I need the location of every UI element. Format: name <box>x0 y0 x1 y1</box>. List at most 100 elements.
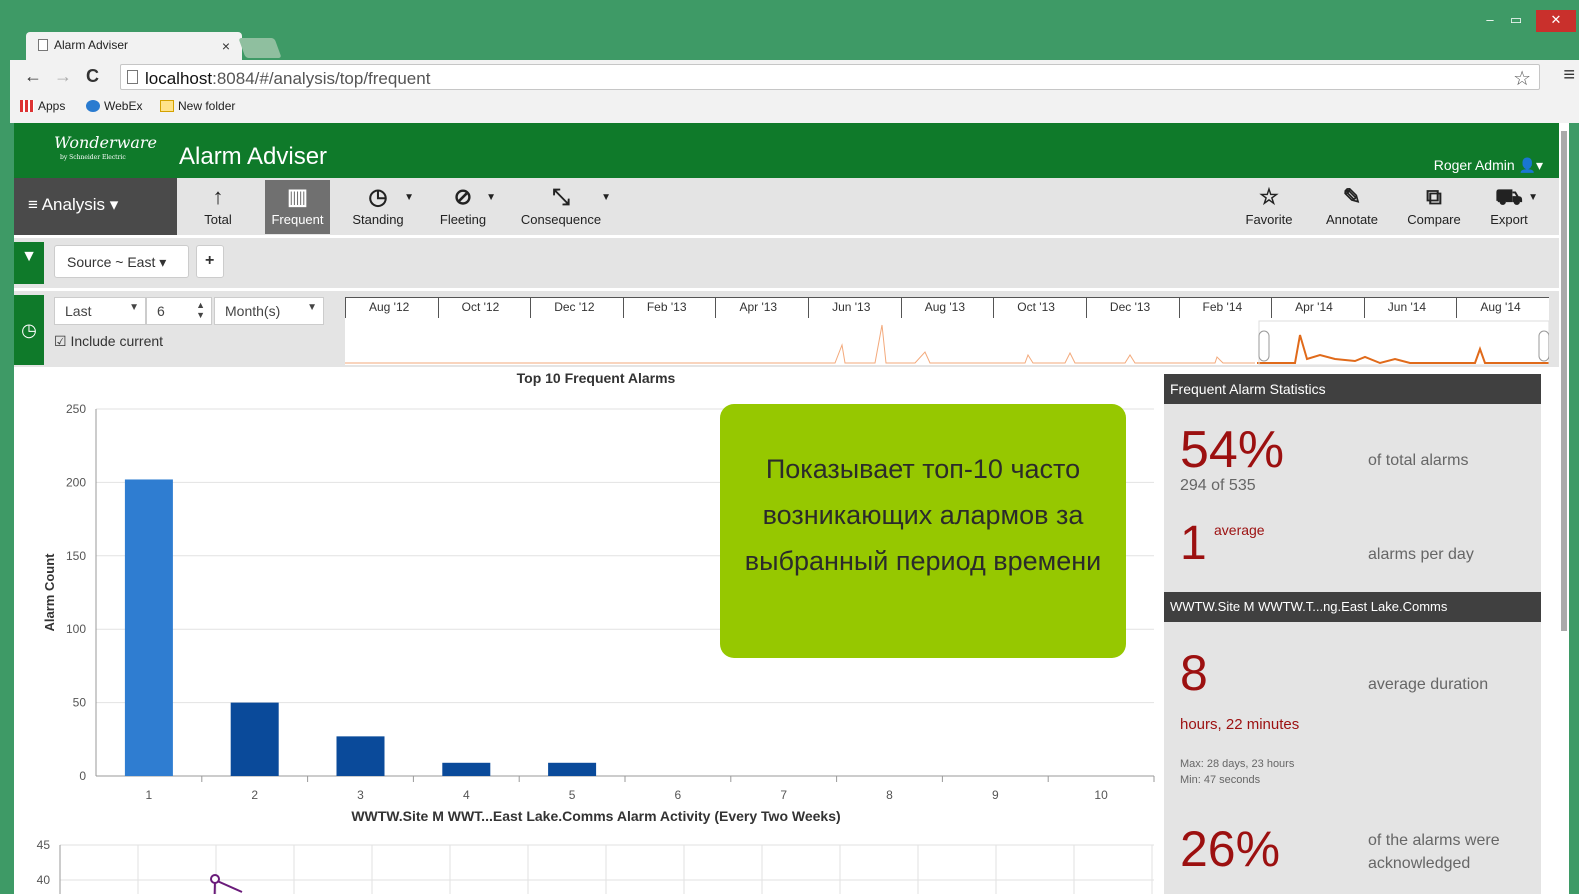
copy-icon: ⧉ <box>1426 184 1442 209</box>
compress-icon: ⤡ <box>552 184 570 209</box>
y-tick-label: 250 <box>66 402 86 416</box>
page-icon <box>127 70 138 84</box>
button-label: Compare <box>1407 212 1461 227</box>
caret-down-icon[interactable]: ▼ <box>486 192 496 203</box>
bookmark-webex[interactable]: WebEx <box>86 99 142 113</box>
caret-down-icon: ▼ <box>129 302 139 313</box>
button-label: Frequent <box>271 212 324 227</box>
caret-down-icon[interactable]: ▼ <box>601 192 611 203</box>
hamburger-icon: ≡ <box>28 195 38 214</box>
button-label: Total <box>204 212 232 227</box>
total-button[interactable]: ↑ Total <box>200 180 236 234</box>
source-filter-chip[interactable]: Source ~ East ▾ <box>54 245 189 278</box>
app-title: Alarm Adviser <box>179 143 328 170</box>
page-scrollbar[interactable] <box>1559 123 1569 894</box>
browser-chrome: Alarm Adviser × ‒ ▭ ✕ ← → C localhost:80… <box>10 10 1579 123</box>
url-path: :8084/#/analysis/top/frequent <box>212 69 431 88</box>
bookmark-label: Apps <box>38 99 66 113</box>
clock-icon[interactable]: ◷ <box>14 295 44 365</box>
maximize-button[interactable]: ▭ <box>1506 10 1526 32</box>
analysis-menu-button[interactable]: ≡ Analysis ▾ <box>14 178 177 235</box>
scrollbar-thumb[interactable] <box>1561 131 1567 631</box>
browser-tab[interactable]: Alarm Adviser × <box>26 32 242 60</box>
new-tab-button[interactable] <box>238 38 282 58</box>
filter-bar: ▼ Source ~ East ▾ + <box>14 238 1559 288</box>
back-icon[interactable]: ← <box>24 66 42 87</box>
export-button[interactable]: ⛟ Export ▼ <box>1488 180 1538 234</box>
tab-strip: Alarm Adviser × ‒ ▭ ✕ <box>10 10 1579 60</box>
caret-down-icon: ▼ <box>307 302 317 313</box>
x-tick-label: 5 <box>569 788 576 802</box>
address-bar[interactable]: localhost:8084/#/analysis/top/frequent ☆ <box>120 64 1540 90</box>
bar <box>336 736 385 776</box>
time-count-value: 6 <box>157 303 165 319</box>
bookmark-star-icon[interactable]: ☆ <box>1513 66 1531 91</box>
caret-down-icon[interactable]: ▼ <box>404 192 414 203</box>
logo-subtext: by Schneider Electric <box>60 154 126 161</box>
timeline-navigator[interactable]: Aug '12 Oct '12 Dec '12 Feb '13 Apr '13 Jun '… <box>345 297 1549 365</box>
forward-icon[interactable]: → <box>54 66 72 87</box>
minimize-button[interactable]: ‒ <box>1480 10 1500 32</box>
browser-menu-icon[interactable]: ≡ <box>1563 64 1575 87</box>
duration-value: 8 <box>1180 645 1208 701</box>
address-row: ← → C localhost:8084/#/analysis/top/freq… <box>10 60 1579 94</box>
button-label: Standing <box>352 212 404 227</box>
y-tick-label: 200 <box>66 475 86 489</box>
include-current-label: Include current <box>70 333 164 349</box>
favorite-button[interactable]: ☆ Favorite <box>1242 180 1296 234</box>
close-window-button[interactable]: ✕ <box>1536 10 1576 32</box>
avg-label: alarms per day <box>1368 546 1474 563</box>
timeline-sparkline <box>345 320 1549 365</box>
compare-button[interactable]: ⧉ Compare <box>1404 180 1464 234</box>
reload-icon[interactable]: C <box>86 66 99 87</box>
bar-chart-icon: ▥ <box>287 184 308 209</box>
x-tick-label: 1 <box>146 788 153 802</box>
caret-down-icon: ▾ <box>109 195 119 214</box>
clock-icon: ◷ <box>368 184 388 209</box>
series-point <box>210 874 220 884</box>
chart2-title: WWTW.Site M WWT...East Lake.Comms Alarm … <box>351 808 840 824</box>
x-tick-label: 8 <box>886 788 893 802</box>
y-tick-label: 150 <box>66 549 86 563</box>
frequent-button[interactable]: ▥ Frequent <box>265 180 330 234</box>
bookmark-new-folder[interactable]: New folder <box>160 99 235 113</box>
button-label: Fleeting <box>439 212 487 227</box>
tab-title: Alarm Adviser <box>54 38 129 52</box>
x-tick-label: 9 <box>992 788 999 802</box>
duration-max: Max: 28 days, 23 hours <box>1180 758 1295 770</box>
x-tick-label: 7 <box>780 788 787 802</box>
include-current-checkbox[interactable]: ☑ Include current <box>54 333 163 350</box>
wonderware-logo: Wonderware by Schneider Electric <box>54 133 157 161</box>
tab-close-icon[interactable]: × <box>222 38 230 54</box>
consequence-button[interactable]: ⤡ Consequence ▼ <box>519 180 611 234</box>
user-menu[interactable]: Roger Admin 👤▾ <box>1434 157 1543 174</box>
time-mode-select[interactable]: Last ▼ <box>54 297 146 325</box>
x-tick-label: 3 <box>357 788 364 802</box>
stats-panel: Frequent Alarm Statistics 54% of total a… <box>1164 374 1541 894</box>
logo-text: Wonderware <box>54 133 158 152</box>
time-unit-select[interactable]: Month(s) ▼ <box>214 297 324 325</box>
annotation-overlay: Показывает топ-10 часто возникающих алар… <box>720 404 1126 658</box>
bar <box>442 762 491 776</box>
button-label: Favorite <box>1245 212 1293 227</box>
caret-down-icon[interactable]: ▼ <box>1528 192 1538 203</box>
eye-slash-icon: ⊘ <box>453 184 473 209</box>
time-range-bar: ◷ Last ▼ 6 ▲ ▼ Month(s) ▼ ☑ Include current … <box>14 291 1559 367</box>
annotate-button[interactable]: ✎ Annotate <box>1322 180 1382 234</box>
filter-icon[interactable]: ▼ <box>14 242 44 284</box>
star-icon: ☆ <box>1259 184 1279 209</box>
truck-icon: ⛟ <box>1495 184 1523 209</box>
fleeting-button[interactable]: ⊘ Fleeting ▼ <box>438 180 496 234</box>
app-header: Wonderware by Schneider Electric Alarm Ad… <box>14 123 1559 178</box>
button-label: Export <box>1490 212 1528 227</box>
app-window: Wonderware by Schneider Electric Alarm Ad… <box>14 123 1559 894</box>
y-axis-label: Alarm Count <box>42 553 57 632</box>
add-filter-button[interactable]: + <box>196 245 224 278</box>
time-unit-value: Month(s) <box>225 303 281 319</box>
y2-tick-label: 40 <box>37 873 51 887</box>
stepper-arrows-icon[interactable]: ▲ ▼ <box>196 300 205 320</box>
bookmark-apps[interactable]: Apps <box>20 99 65 113</box>
standing-button[interactable]: ◷ Standing ▼ <box>350 180 414 234</box>
time-count-stepper[interactable]: 6 ▲ ▼ <box>146 297 212 325</box>
bar <box>230 702 279 776</box>
